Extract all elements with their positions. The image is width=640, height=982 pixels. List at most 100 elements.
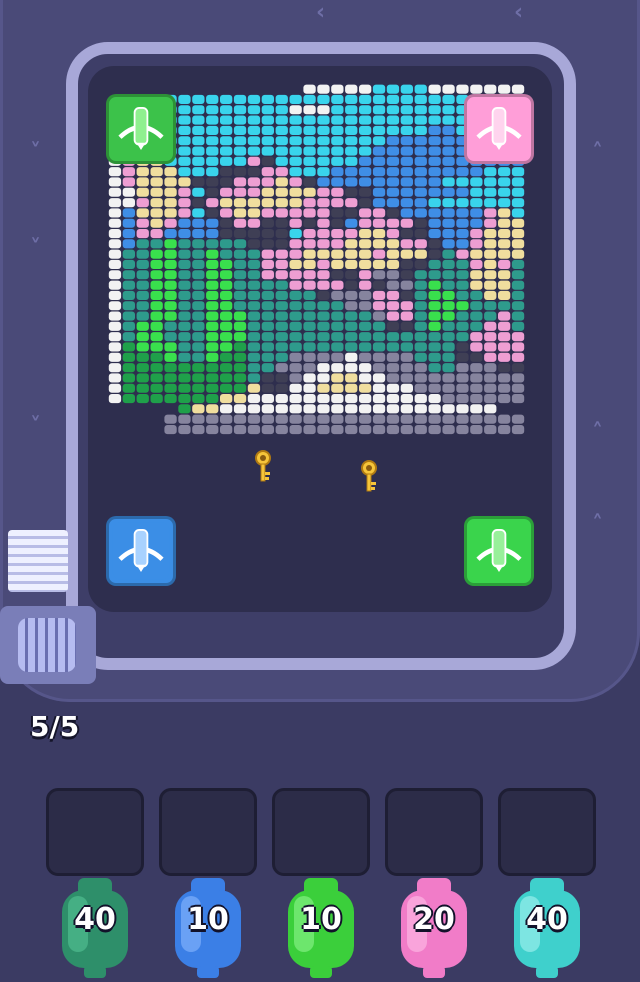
pixel-block bbox=[178, 198, 191, 208]
pixel-block bbox=[317, 270, 330, 280]
ammo-canister[interactable]: 10 bbox=[169, 876, 247, 980]
pixel-block bbox=[386, 363, 400, 373]
ammo-canister[interactable]: 40 bbox=[508, 876, 586, 980]
pixel-block bbox=[303, 352, 316, 362]
ammo-count: 10 bbox=[300, 902, 342, 937]
pixel-block bbox=[359, 270, 372, 280]
pixel-block bbox=[192, 425, 205, 435]
pixel-block bbox=[289, 311, 302, 321]
pixel-block bbox=[414, 84, 427, 94]
turret-top-right[interactable] bbox=[464, 94, 534, 164]
pixel-block bbox=[484, 383, 497, 393]
pixel-block bbox=[442, 332, 455, 342]
ammo-canister[interactable]: 10 bbox=[282, 876, 360, 980]
pixel-block bbox=[108, 177, 122, 187]
pixel-block bbox=[428, 187, 441, 197]
pixel-block bbox=[164, 342, 177, 352]
pixel-block bbox=[400, 146, 413, 156]
pixel-block bbox=[498, 177, 511, 187]
pixel-block bbox=[359, 239, 372, 249]
pixel-block bbox=[178, 342, 191, 352]
pixel-block bbox=[178, 249, 191, 259]
pixel-block bbox=[275, 404, 288, 414]
pixel-block bbox=[386, 332, 400, 342]
pixel-block bbox=[178, 177, 191, 187]
pixel-block bbox=[414, 94, 427, 104]
pixel-block bbox=[303, 383, 316, 393]
pixel-block bbox=[261, 404, 274, 414]
pixel-block bbox=[428, 115, 441, 125]
pixel-block bbox=[275, 332, 288, 342]
ammo-slot[interactable] bbox=[272, 788, 370, 876]
pixel-block bbox=[456, 239, 469, 249]
pixel-block bbox=[331, 311, 344, 321]
pixel-block bbox=[289, 404, 302, 414]
pixel-block bbox=[275, 249, 288, 259]
pixel-block bbox=[511, 259, 525, 269]
turret-bottom-left[interactable] bbox=[106, 516, 176, 586]
pixel-block bbox=[164, 249, 177, 259]
pixel-block bbox=[498, 84, 511, 94]
pixel-block bbox=[220, 363, 233, 373]
pixel-block bbox=[206, 136, 219, 146]
pixel-block bbox=[275, 321, 288, 331]
pixel-block bbox=[428, 311, 441, 321]
pixel-block bbox=[289, 321, 302, 331]
pixel-block bbox=[511, 290, 525, 300]
ammo-slot[interactable] bbox=[159, 788, 257, 876]
pixel-block bbox=[372, 383, 386, 393]
pixel-block bbox=[428, 229, 441, 239]
pixel-block bbox=[484, 249, 497, 259]
pixel-block bbox=[428, 394, 441, 404]
pixel-block bbox=[345, 156, 358, 166]
pixel-block bbox=[303, 218, 316, 228]
pixel-block bbox=[317, 301, 330, 311]
ammo-slot[interactable] bbox=[498, 788, 596, 876]
turret-bottom-right[interactable] bbox=[464, 516, 534, 586]
pixel-block bbox=[289, 290, 302, 300]
pixel-block bbox=[372, 146, 386, 156]
pixel-block bbox=[414, 352, 427, 362]
pixel-block bbox=[345, 239, 358, 249]
pixel-block bbox=[456, 404, 469, 414]
pixel-block bbox=[136, 280, 149, 290]
pixel-block bbox=[317, 125, 330, 135]
pixel-block bbox=[122, 208, 135, 218]
pixel-block bbox=[345, 218, 358, 228]
pixel-block bbox=[303, 187, 316, 197]
pixel-block bbox=[400, 280, 413, 290]
pixel-block bbox=[206, 249, 219, 259]
pixel-block bbox=[345, 332, 358, 342]
pixel-block bbox=[470, 259, 483, 269]
pixel-block bbox=[442, 311, 455, 321]
pixel-block bbox=[372, 136, 386, 146]
pixel-block bbox=[289, 373, 302, 383]
ammo-slot[interactable] bbox=[385, 788, 483, 876]
pixel-block bbox=[303, 239, 316, 249]
pixel-block bbox=[498, 249, 511, 259]
pixel-block bbox=[122, 301, 135, 311]
pixel-block bbox=[289, 249, 302, 259]
pixel-block bbox=[275, 177, 288, 187]
pixel-block bbox=[428, 208, 441, 218]
pixel-block bbox=[164, 229, 177, 239]
pixel-block bbox=[428, 342, 441, 352]
pixel-block bbox=[372, 84, 386, 94]
ammo-canister[interactable]: 20 bbox=[395, 876, 473, 980]
pixel-block bbox=[456, 290, 469, 300]
pixel-block bbox=[331, 115, 344, 125]
pixel-block bbox=[136, 167, 149, 177]
pixel-block bbox=[136, 177, 149, 187]
pixel-block bbox=[359, 425, 372, 435]
pixel-block bbox=[206, 301, 219, 311]
turret-top-left[interactable] bbox=[106, 94, 176, 164]
pixel-block bbox=[289, 218, 302, 228]
pixel-block bbox=[414, 394, 427, 404]
pixel-block bbox=[470, 363, 483, 373]
ammo-canister[interactable]: 40 bbox=[56, 876, 134, 980]
pixel-block bbox=[386, 373, 400, 383]
pixel-block bbox=[414, 383, 427, 393]
ammo-slot[interactable] bbox=[46, 788, 144, 876]
pixel-block bbox=[233, 229, 247, 239]
pixel-block bbox=[400, 229, 413, 239]
